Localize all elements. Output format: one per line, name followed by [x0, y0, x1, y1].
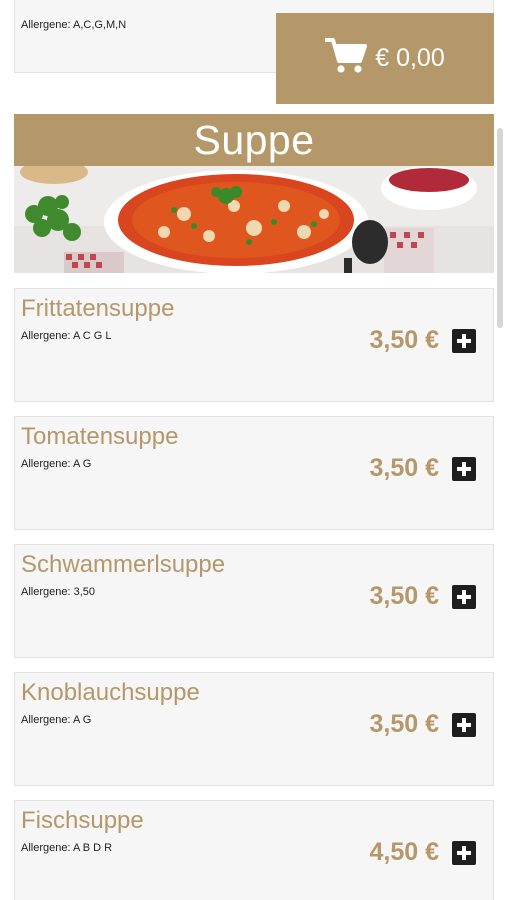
item-name: Schwammerlsuppe: [21, 551, 226, 578]
item-allergen: Allergene: A B D R: [21, 842, 113, 854]
item-allergen: Allergene: A C G L: [21, 330, 112, 342]
category-image: [14, 166, 494, 273]
cart-button[interactable]: € 0,00: [276, 13, 494, 104]
item-price: 3,50 €: [369, 326, 439, 354]
item-price: 3,50 €: [369, 710, 439, 738]
item-allergen: Allergene: A G: [21, 714, 92, 726]
item-price: 3,50 €: [369, 582, 439, 610]
category-title: Suppe: [193, 116, 315, 163]
menu-list: Frittatensuppe Allergene: A C G L 3,50 €…: [14, 288, 494, 900]
item-name: Tomatensuppe: [21, 423, 179, 450]
previous-item-allergen: Allergene: A,C,G,M,N: [21, 19, 127, 31]
item-name: Frittatensuppe: [21, 295, 175, 322]
add-to-cart-button[interactable]: [452, 457, 476, 481]
item-price: 3,50 €: [369, 454, 439, 482]
add-to-cart-button[interactable]: [452, 713, 476, 737]
menu-item-frittatensuppe: Frittatensuppe Allergene: A C G L 3,50 €: [14, 288, 494, 402]
category-banner: Suppe: [14, 114, 494, 166]
menu-item-tomatensuppe: Tomatensuppe Allergene: A G 3,50 €: [14, 416, 494, 530]
item-price: 4,50 €: [369, 838, 439, 866]
cart-total: € 0,00: [375, 44, 445, 72]
shopping-cart-icon: [324, 37, 368, 80]
item-allergen: Allergene: 3,50: [21, 586, 95, 598]
menu-item-schwammerlsuppe: Schwammerlsuppe Allergene: 3,50 3,50 €: [14, 544, 494, 658]
item-allergen: Allergene: A G: [21, 458, 92, 470]
add-to-cart-button[interactable]: [452, 841, 476, 865]
item-name: Fischsuppe: [21, 807, 144, 834]
add-to-cart-button[interactable]: [452, 329, 476, 353]
menu-item-knoblauchsuppe: Knoblauchsuppe Allergene: A G 3,50 €: [14, 672, 494, 786]
add-to-cart-button[interactable]: [452, 585, 476, 609]
item-name: Knoblauchsuppe: [21, 679, 200, 706]
scrollbar-thumb[interactable]: [497, 128, 503, 328]
menu-item-fischsuppe: Fischsuppe Allergene: A B D R 4,50 €: [14, 800, 494, 900]
